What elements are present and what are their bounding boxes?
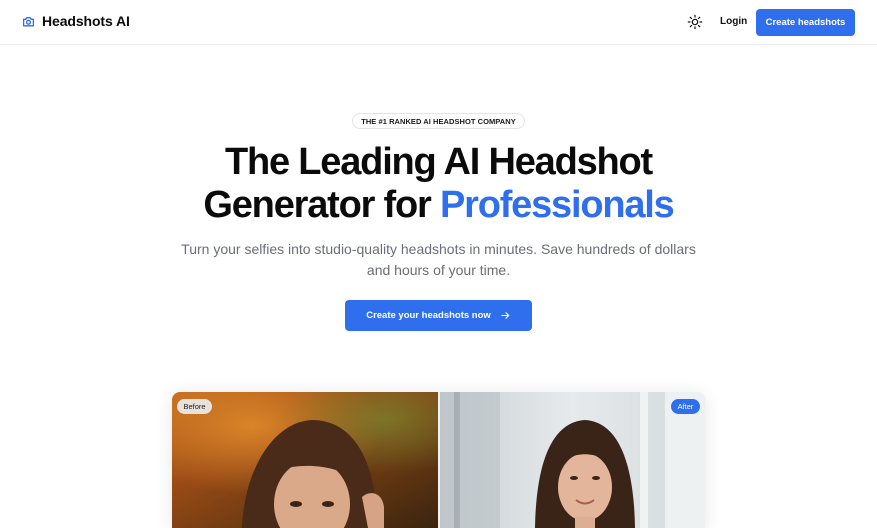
brand-logo-link[interactable]: Headshots AI	[22, 13, 130, 29]
after-label: After	[671, 399, 700, 414]
login-link[interactable]: Login	[720, 16, 747, 27]
arrow-right-icon	[501, 312, 510, 319]
headline-line-2-prefix: Generator for	[203, 184, 440, 226]
camera-icon	[22, 16, 35, 26]
after-photo	[440, 392, 705, 528]
create-headshots-button[interactable]: Create headshots	[756, 9, 855, 36]
site-header: Headshots AI Login Create headshots	[0, 0, 877, 45]
create-your-headshots-button[interactable]: Create your headshots now	[345, 300, 532, 331]
sun-icon[interactable]	[687, 14, 703, 30]
headline-line-1: The Leading AI Headshot	[224, 141, 653, 183]
hero-headline: The Leading AI Headshot Generator for Pr…	[0, 141, 877, 227]
before-photo	[172, 392, 438, 528]
headline-accent: Professionals	[439, 184, 675, 226]
hero-subtext: Turn your selfies into studio-quality he…	[181, 241, 696, 278]
cta-label: Create your headshots now	[366, 310, 491, 321]
before-after-comparison[interactable]: Before After	[172, 392, 705, 528]
brand-name: Headshots AI	[42, 13, 130, 29]
ranking-badge: THE #1 RANKED AI HEADSHOT COMPANY	[352, 113, 525, 129]
before-label: Before	[177, 399, 212, 414]
